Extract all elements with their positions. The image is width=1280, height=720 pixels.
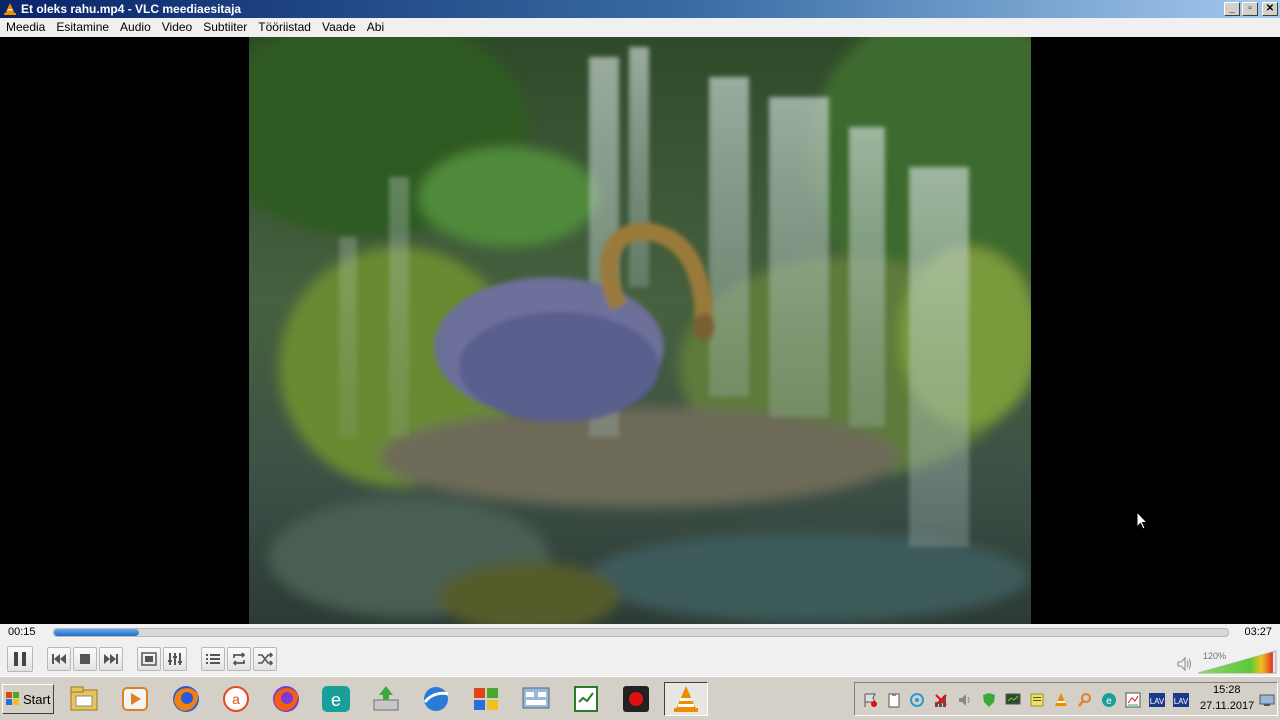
windows-logo-icon: [6, 692, 19, 705]
firefox-icon: [273, 686, 299, 712]
close-button[interactable]: ✕: [1262, 2, 1278, 16]
seek-row: 00:15 03:27: [0, 624, 1280, 642]
menu-video[interactable]: Video: [156, 18, 197, 37]
stop-icon: [80, 654, 90, 664]
taskbar-network[interactable]: [514, 682, 558, 716]
taskbar-disk-utility[interactable]: [364, 682, 408, 716]
seek-slider[interactable]: [53, 628, 1229, 637]
taskbar: Start a e e LAV LAV: [0, 676, 1280, 720]
start-button[interactable]: Start: [2, 684, 54, 714]
clock-date: 27.11.2017: [1200, 700, 1255, 712]
taskbar-notepad[interactable]: [564, 682, 608, 716]
next-button[interactable]: [99, 647, 123, 671]
svg-text:e: e: [1106, 696, 1112, 707]
minimize-button[interactable]: _: [1224, 2, 1240, 16]
taskbar-file-manager[interactable]: [62, 682, 106, 716]
speaker-icon[interactable]: [1177, 657, 1193, 671]
svg-text:a: a: [232, 691, 240, 707]
lav-filters-audio-icon[interactable]: LAV: [1149, 692, 1165, 708]
current-time: 00:15: [8, 626, 36, 638]
firefox-icon: [173, 686, 199, 712]
menu-tooriistad[interactable]: Tööriistad: [252, 18, 316, 37]
system-icon: [474, 688, 498, 710]
sync-icon[interactable]: [909, 692, 925, 708]
taskbar-firefox-2[interactable]: [264, 682, 308, 716]
chart-icon[interactable]: [1125, 692, 1141, 708]
mouse-cursor-icon: [1136, 511, 1148, 530]
start-label: Start: [23, 691, 51, 707]
fullscreen-icon: [141, 652, 157, 666]
maximize-button[interactable]: ▫: [1242, 2, 1258, 16]
media-player-icon: [122, 687, 148, 711]
recorder-icon: [623, 686, 649, 712]
menu-bar: Meedia Esitamine Audio Video Subtiiter T…: [0, 18, 1280, 37]
video-area[interactable]: [0, 37, 1280, 624]
taskbar-media-player[interactable]: [113, 682, 157, 716]
eset-icon: e: [322, 686, 350, 712]
menu-meedia[interactable]: Meedia: [0, 18, 50, 37]
extended-settings-button[interactable]: [163, 647, 187, 671]
loop-button[interactable]: [227, 647, 251, 671]
clipboard-icon[interactable]: [886, 692, 902, 708]
taskbar-vlc[interactable]: [664, 682, 708, 716]
shuffle-icon: [258, 652, 273, 666]
taskbar-recorder[interactable]: [614, 682, 658, 716]
pause-button[interactable]: [7, 646, 33, 672]
vlc-icon: [674, 686, 698, 712]
disk-utility-icon: [373, 686, 399, 711]
playlist-button[interactable]: [201, 647, 225, 671]
taskbar-firefox[interactable]: [164, 682, 208, 716]
menu-subtiiter[interactable]: Subtiiter: [197, 18, 252, 37]
fullscreen-button[interactable]: [137, 647, 161, 671]
vlc-tray-icon[interactable]: [1053, 692, 1069, 708]
security-shield-icon[interactable]: [981, 692, 997, 708]
control-bar: 120%: [0, 642, 1280, 676]
svg-text:LAV: LAV: [1174, 697, 1189, 706]
pause-icon: [14, 652, 26, 666]
vlc-icon: [4, 3, 16, 15]
taskbar-avast[interactable]: a: [214, 682, 258, 716]
menu-esitamine[interactable]: Esitamine: [50, 18, 114, 37]
flag-icon[interactable]: [862, 692, 878, 708]
search-icon[interactable]: [1077, 692, 1093, 708]
svg-text:e: e: [331, 690, 341, 710]
playlist-icon: [206, 654, 220, 664]
extended-settings-icon: [168, 653, 182, 665]
clock-time: 15:28: [1213, 684, 1241, 696]
avast-icon: a: [223, 686, 249, 712]
file-manager-icon: [70, 686, 98, 711]
loop-icon: [232, 652, 246, 666]
taskbar-system[interactable]: [464, 682, 508, 716]
total-time: 03:27: [1244, 626, 1272, 638]
title-bar: Et oleks rahu.mp4 - VLC meediaesitaja _ …: [0, 0, 1280, 18]
menu-vaade[interactable]: Vaade: [316, 18, 361, 37]
stop-button[interactable]: [73, 647, 97, 671]
menu-abi[interactable]: Abi: [361, 18, 389, 37]
previous-button[interactable]: [47, 647, 71, 671]
window-title: Et oleks rahu.mp4 - VLC meediaesitaja: [21, 2, 242, 16]
shuffle-button[interactable]: [253, 647, 277, 671]
menu-audio[interactable]: Audio: [114, 18, 156, 37]
previous-icon: [52, 654, 66, 664]
volume-slider[interactable]: [1198, 650, 1278, 674]
svg-text:LAV: LAV: [1150, 697, 1165, 706]
lav-filters-video-icon[interactable]: LAV: [1173, 692, 1189, 708]
browser-icon: [423, 687, 449, 711]
seek-progress: [54, 629, 139, 636]
eset-tray-icon[interactable]: e: [1101, 692, 1117, 708]
network-disconnected-icon[interactable]: [933, 692, 949, 708]
monitor-icon[interactable]: [1005, 692, 1021, 708]
taskbar-browser[interactable]: [414, 682, 458, 716]
network-icon: [522, 687, 550, 709]
next-icon: [104, 654, 118, 664]
notepad-icon: [574, 686, 598, 712]
taskbar-eset[interactable]: e: [314, 682, 358, 716]
notes-icon[interactable]: [1029, 692, 1045, 708]
video-frame: [249, 37, 1031, 624]
volume-icon[interactable]: [957, 692, 973, 708]
show-desktop-icon[interactable]: [1259, 692, 1275, 708]
